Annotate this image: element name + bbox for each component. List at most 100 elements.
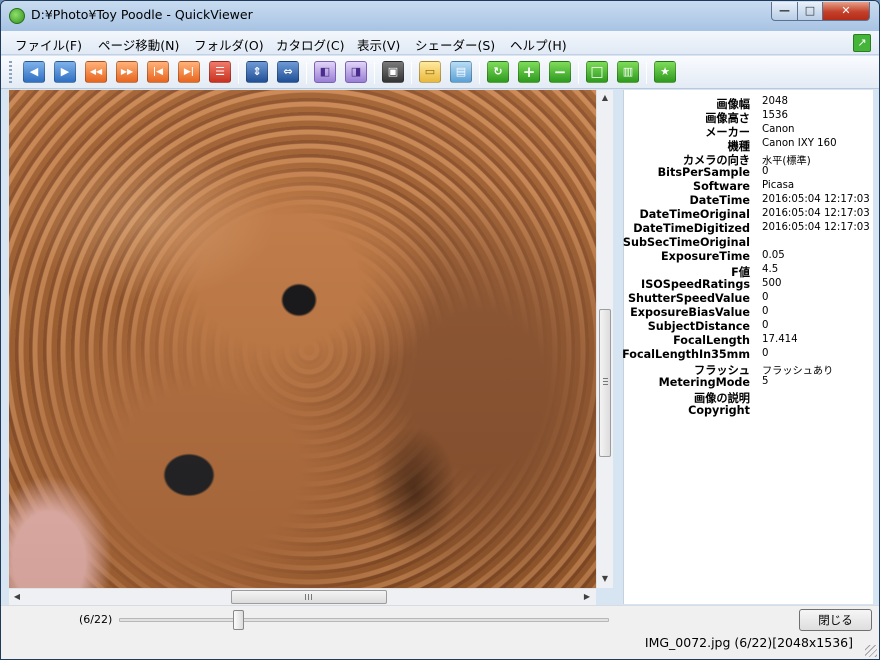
exif-value: 2016:05:04 12:17:03 [762,194,870,205]
exif-value: Canon [762,124,795,135]
open-folder-icon[interactable]: ▭ [419,61,441,83]
resize-grip-icon[interactable] [865,645,877,657]
maximize-button[interactable]: □ [797,2,823,21]
app-window: D:¥Photo¥Toy Poodle - QuickViewer — □ ✕ … [0,0,880,660]
exif-value: 2016:05:04 12:17:03 [762,208,870,219]
window-title: D:¥Photo¥Toy Poodle - QuickViewer [31,7,253,22]
exif-key: DateTime [689,194,750,207]
exif-value: 5 [762,376,769,387]
exif-row: DateTimeDigitized 2016:05:04 12:17:03 [624,222,874,236]
horizontal-scrollbar[interactable]: ◀ ▶ [9,588,596,605]
menu-help[interactable]: ヘルプ(H) [510,35,567,54]
close-window-button[interactable]: ✕ [822,2,870,21]
menu-catalog[interactable]: カタログ(C) [276,35,344,54]
toolbar-separator [578,62,579,84]
exif-key: ExposureBiasValue [630,306,750,319]
scroll-grip-icon [305,594,313,600]
scroll-down-arrow-icon[interactable]: ▼ [597,571,613,587]
exif-value: フラッシュあり [762,366,834,377]
slideshow-icon[interactable]: ▣ [382,61,404,83]
fit-page-icon[interactable]: ⇕ [246,61,268,83]
last-page-icon[interactable]: ▶| [178,61,200,83]
exif-key: SubSecTimeOriginal [622,236,750,249]
toolbar-grip[interactable] [9,61,12,85]
exif-value: 2016:05:04 12:17:03 [762,222,870,233]
exif-key: ShutterSpeedValue [627,292,750,305]
exif-value: 0 [762,348,769,359]
external-link-icon[interactable]: ↗ [853,34,871,52]
exif-key: BitsPerSample [657,166,750,179]
fit-window-icon[interactable]: ⇔ [277,61,299,83]
vertical-scrollbar[interactable]: ▲ ▼ [596,90,613,588]
exif-key: ISOSpeedRatings [641,278,750,291]
exif-row: MeteringMode 5 [624,376,874,390]
exif-value: 17.414 [762,334,798,345]
exif-row: メーカー Canon [624,124,874,139]
menu-bar: ファイル(F) ページ移動(N) フォルダ(O) カタログ(C) 表示(V) シ… [1,31,879,55]
page-slider-thumb[interactable] [233,610,244,630]
zoom-in-icon[interactable]: + [518,61,540,83]
menu-folder[interactable]: フォルダ(O) [194,35,264,54]
catalog-icon[interactable]: ▤ [450,61,472,83]
exif-row: Copyright [624,404,874,418]
rewind-icon[interactable]: ◀◀ [85,61,107,83]
exif-value: 2048 [762,96,788,107]
toolbar-separator [374,62,375,84]
menu-shader[interactable]: シェーダー(S) [415,35,495,54]
close-button[interactable]: 閉じる [799,609,872,631]
exif-value: 0 [762,306,769,317]
exif-row: カメラの向き 水平(標準) [624,152,874,167]
scroll-left-arrow-icon[interactable]: ◀ [9,589,25,605]
exif-row: DateTimeOriginal 2016:05:04 12:17:03 [624,208,874,222]
exif-value: 0.05 [762,250,785,261]
minimize-button[interactable]: — [771,2,798,21]
exif-row: ExposureBiasValue 0 [624,306,874,320]
exif-row: ShutterSpeedValue 0 [624,292,874,306]
toolbar-separator [411,62,412,84]
quickviewer-app-icon [9,8,25,24]
exif-row: 画像幅 2048 [624,96,874,111]
image-viewport[interactable] [9,90,596,588]
fast-forward-icon[interactable]: ▶▶ [116,61,138,83]
next-page-icon[interactable]: ▶ [54,61,76,83]
first-page-icon[interactable]: |◀ [147,61,169,83]
exif-key: MeteringMode [658,376,750,389]
spread-right-icon[interactable]: ◨ [345,61,367,83]
vertical-scroll-thumb[interactable] [599,309,611,457]
exif-key: Copyright [688,404,750,417]
book-icon[interactable]: ▥ [617,61,639,83]
exif-row: 画像高さ 1536 [624,110,874,125]
page-slider-track[interactable] [119,618,609,622]
toolbar-separator [479,62,480,84]
prev-page-icon[interactable]: ◀ [23,61,45,83]
exif-row: フラッシュ フラッシュあり [624,362,874,377]
exif-key: Software [693,180,750,193]
exif-info-panel: 画像幅 2048 画像高さ 1536 メーカー Canon 機種 Canon IXY 160 カ… [622,90,874,604]
exif-key: SubjectDistance [647,320,750,333]
spread-left-icon[interactable]: ◧ [314,61,336,83]
exif-row: F値 4.5 [624,264,874,279]
exif-row: BitsPerSample 0 [624,166,874,180]
list-icon[interactable]: ☰ [209,61,231,83]
rotate-icon[interactable]: ↻ [487,61,509,83]
horizontal-scroll-thumb[interactable] [231,590,387,604]
zoom-out-icon[interactable]: − [549,61,571,83]
exif-row: Software Picasa [624,180,874,194]
menu-page-navigation[interactable]: ページ移動(N) [98,35,179,54]
scroll-up-arrow-icon[interactable]: ▲ [597,90,613,106]
scroll-right-arrow-icon[interactable]: ▶ [579,589,595,605]
page-indicator: (6/22) [79,613,113,626]
exif-row: 機種 Canon IXY 160 [624,138,874,153]
toy-poodle-photo [9,90,596,588]
fullscreen-icon[interactable]: □ [586,61,608,83]
toolbar: ◀ ▶ ◀◀ ▶▶ |◀ ▶| ☰ ⇕ ⇔ ◧ ◨ ▣ ▭ ▤ ↻ + − □ … [1,56,879,89]
exif-key: FocalLength [673,334,750,347]
pin-icon[interactable]: ★ [654,61,676,83]
exif-key: FocalLengthIn35mm [622,348,750,361]
exif-value: 500 [762,278,782,289]
menu-view[interactable]: 表示(V) [357,35,400,54]
exif-value: 4.5 [762,264,779,275]
menu-file[interactable]: ファイル(F) [15,35,82,54]
status-text: IMG_0072.jpg (6/22)[2048x1536] [644,635,853,650]
title-bar[interactable]: D:¥Photo¥Toy Poodle - QuickViewer — □ ✕ [1,1,879,31]
